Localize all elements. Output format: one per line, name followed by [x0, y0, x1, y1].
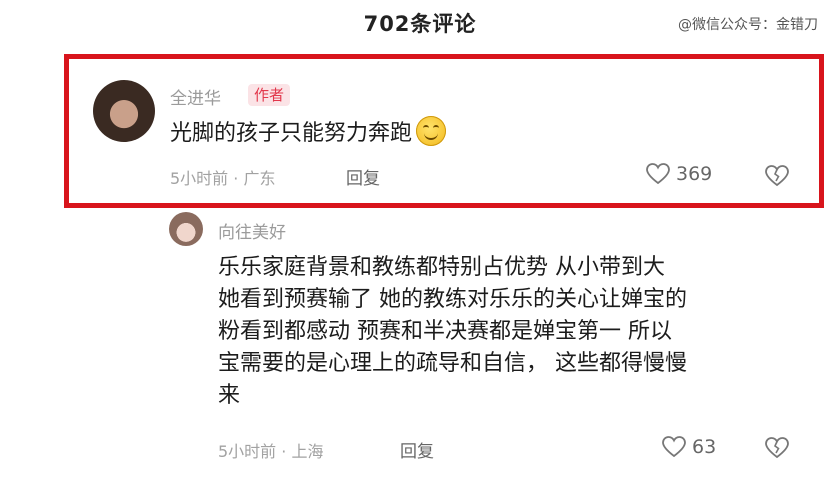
comment-text: 光脚的孩子只能努力奔跑: [170, 116, 447, 150]
comment-line: 乐乐家庭背景和教练都特别占优势 从小带到大: [218, 255, 665, 280]
avatar[interactable]: [93, 80, 155, 142]
like-button[interactable]: 63: [662, 436, 716, 458]
author-badge: 作者: [248, 84, 291, 106]
like-count: 369: [676, 163, 713, 185]
comment-line: 粉看到都感动 预赛和半决赛都是婵宝第一 所以: [218, 319, 672, 344]
reply-button[interactable]: 回复: [346, 164, 380, 189]
comment-line: 宝需要的是心理上的疏导和自信， 这些都得慢慢: [218, 351, 687, 376]
broken-heart-icon[interactable]: [765, 165, 789, 191]
like-button[interactable]: 369: [646, 163, 712, 185]
username[interactable]: 向往美好: [218, 218, 286, 243]
comment-line: 她看到预赛输了 她的教练对乐乐的关心让婵宝的: [218, 287, 687, 312]
avatar[interactable]: [169, 212, 203, 246]
watermark: @微信公众号：金错刀: [678, 17, 818, 33]
like-count: 63: [692, 436, 717, 458]
comment-line: 来: [218, 383, 241, 408]
heart-outline-icon: [646, 163, 670, 185]
smile-emoji-icon: [416, 116, 447, 146]
broken-heart-icon[interactable]: [765, 437, 789, 463]
username[interactable]: 全进华: [170, 84, 221, 109]
comment-meta: 5小时前 · 上海: [218, 442, 324, 461]
comment-meta: 5小时前 · 广东: [170, 169, 276, 188]
heart-outline-icon: [662, 436, 686, 458]
reply-button[interactable]: 回复: [400, 437, 434, 462]
